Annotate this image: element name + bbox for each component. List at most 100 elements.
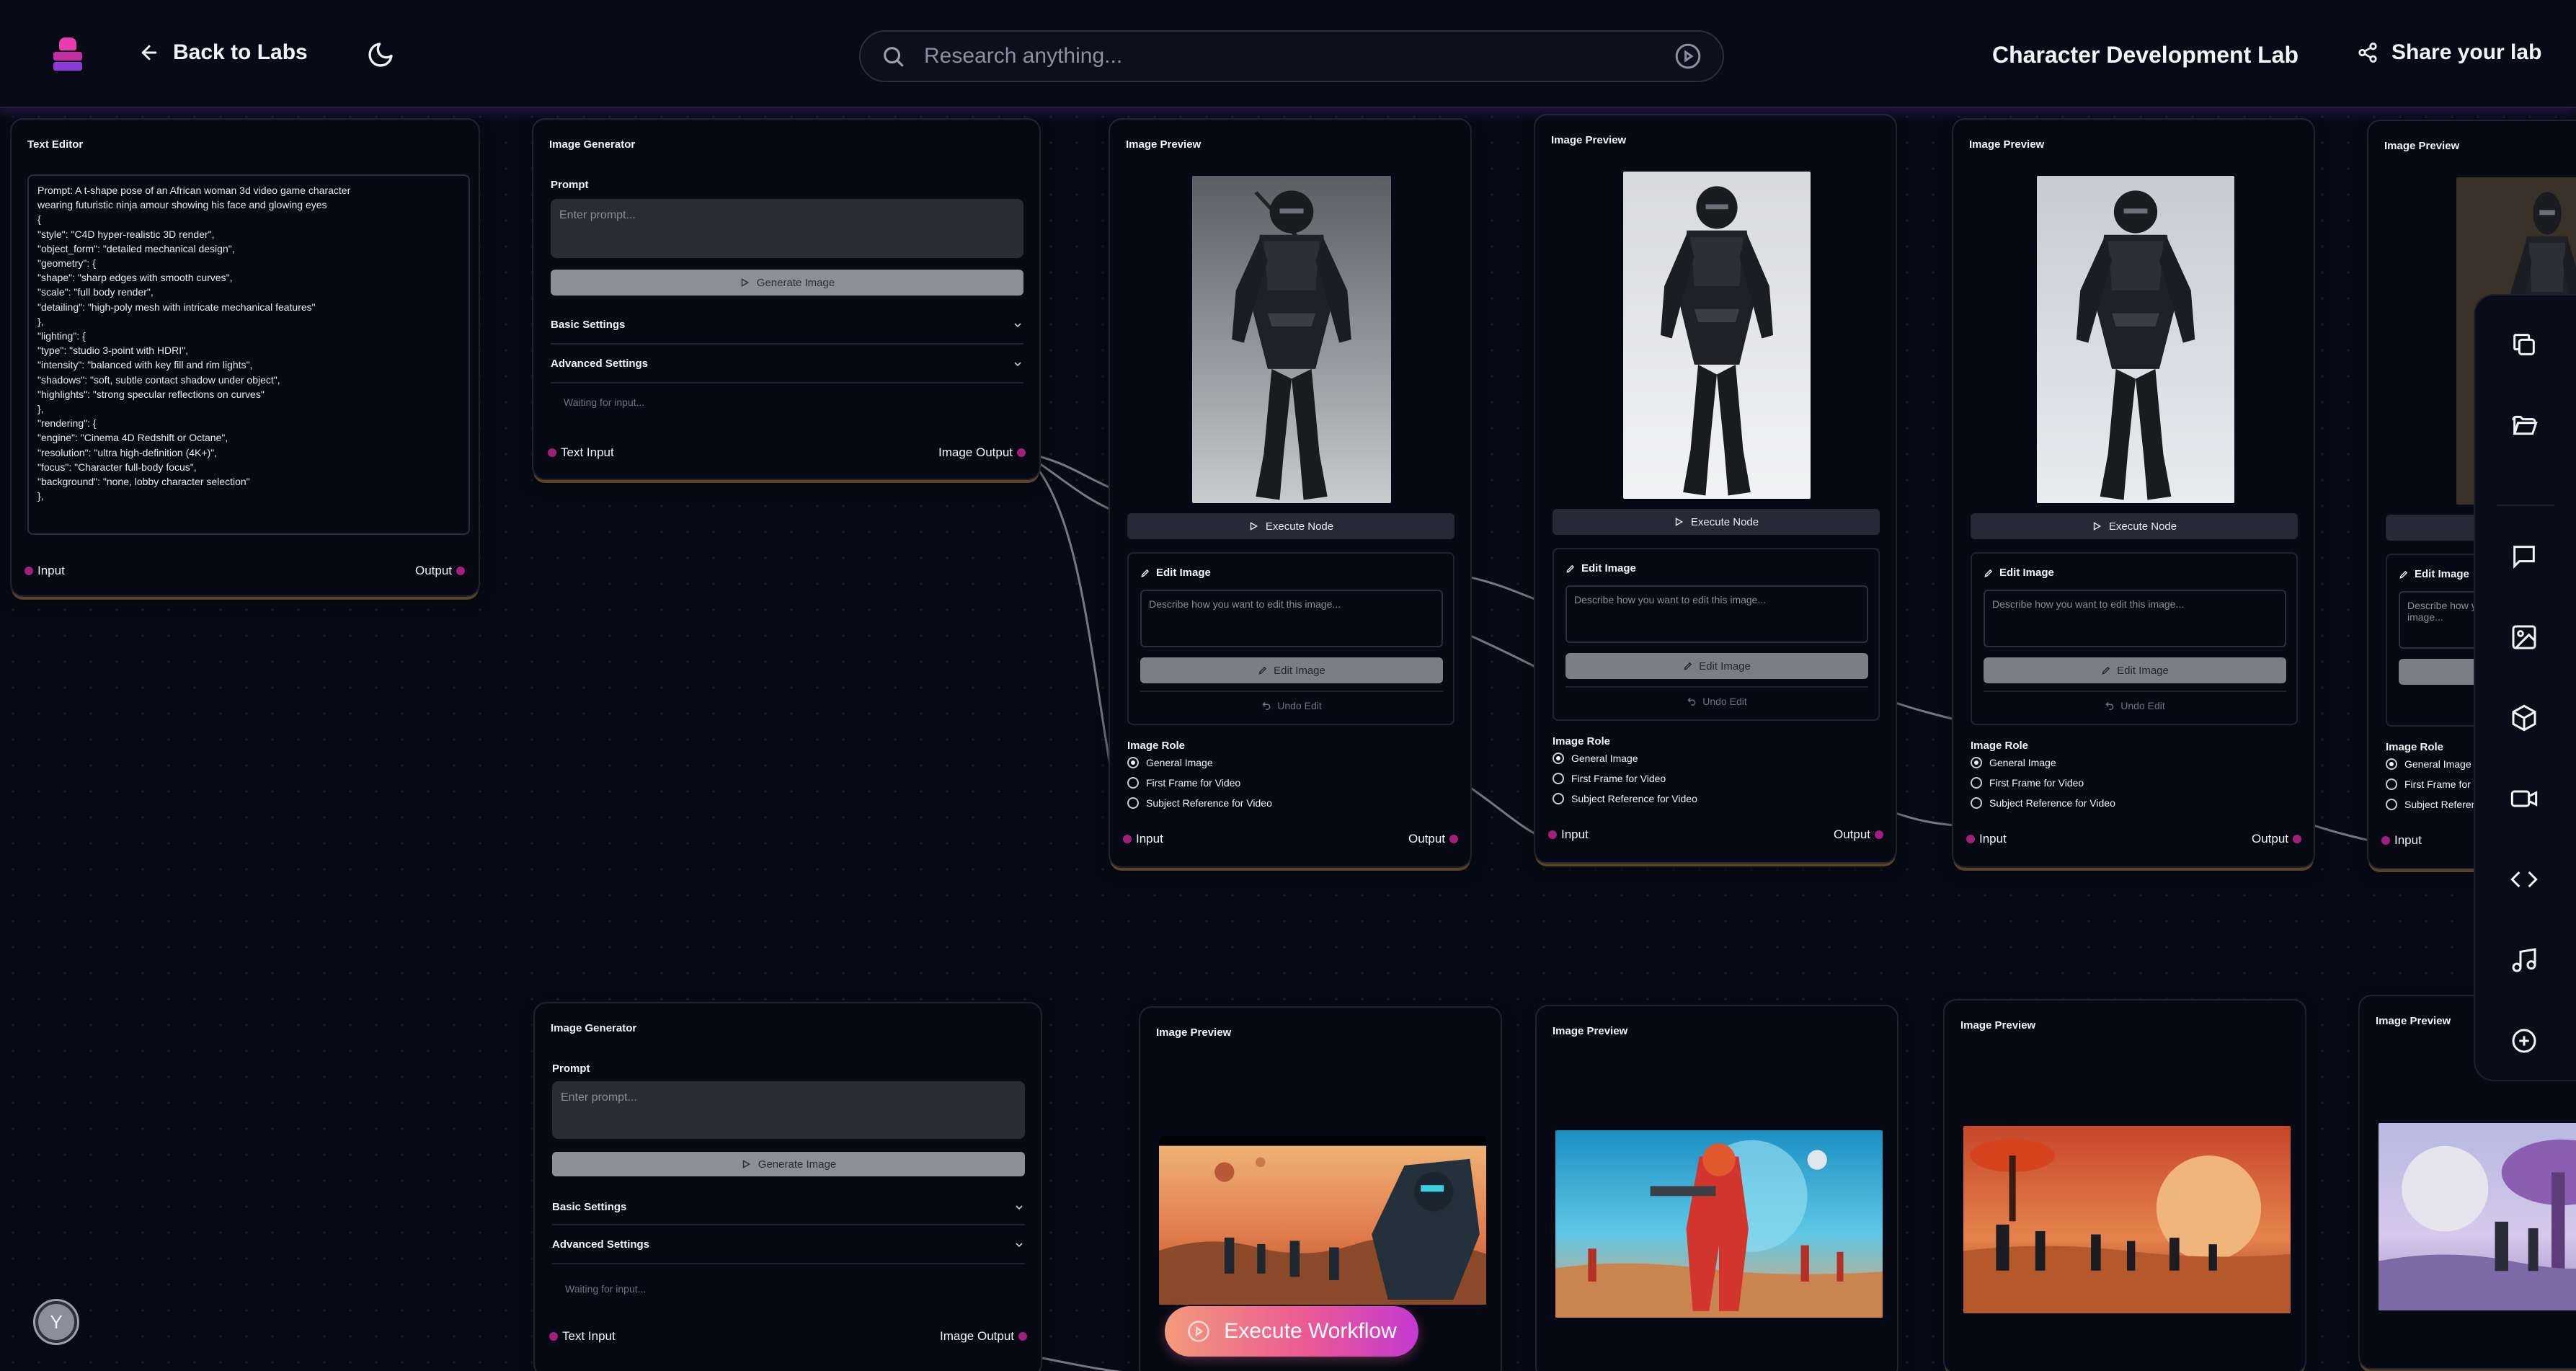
preview-image <box>1555 1130 1883 1318</box>
edit-prompt-input[interactable]: Describe how you want to edit this image… <box>1565 585 1868 643</box>
prompt-input[interactable]: Enter prompt... <box>552 1081 1025 1139</box>
image-preview-node[interactable]: Image Preview <box>1535 1005 1898 1371</box>
play-circle-icon[interactable] <box>1674 42 1702 71</box>
generate-image-button[interactable]: Generate Image <box>552 1152 1025 1176</box>
pencil-icon <box>2399 570 2408 579</box>
input-port[interactable]: Input <box>1966 832 2007 846</box>
add-icon[interactable] <box>2505 1022 2543 1060</box>
preview-image <box>1963 1126 2291 1313</box>
code-icon[interactable] <box>2505 861 2543 898</box>
edit-prompt-input[interactable]: Describe how you want to edit this image… <box>1140 590 1443 647</box>
pencil-icon <box>1684 662 1692 670</box>
role-subject-reference[interactable]: Subject Reference for Video <box>1127 797 1272 809</box>
edit-prompt-input[interactable]: Describe how you want to edit this image… <box>1984 590 2286 647</box>
waiting-status: Waiting for input... <box>564 396 645 408</box>
input-port[interactable]: Input <box>1548 828 1589 842</box>
input-port[interactable]: Input <box>1123 832 1163 846</box>
pencil-icon <box>1258 666 1267 675</box>
role-general-image[interactable]: General Image <box>1971 757 2056 768</box>
role-first-frame[interactable]: First Frame for Video <box>1127 777 1240 789</box>
preview-image <box>1159 1136 1486 1305</box>
advanced-settings-label: Advanced Settings <box>552 1238 650 1251</box>
output-port[interactable]: Output <box>2252 832 2302 846</box>
undo-edit-button[interactable]: Undo Edit <box>1565 686 1868 715</box>
image-preview-node[interactable]: Image Preview <box>1943 999 2306 1371</box>
generate-image-button[interactable]: Generate Image <box>551 270 1023 296</box>
edit-image-button[interactable]: Edit Image <box>1984 657 2286 683</box>
output-port[interactable]: Output <box>415 564 466 578</box>
output-port[interactable]: Output <box>1834 828 1884 842</box>
execute-node-button[interactable]: Execute Node <box>1127 513 1454 539</box>
node-title: Image Generator <box>549 138 636 151</box>
image-icon[interactable] <box>2505 618 2543 656</box>
image-preview-node[interactable]: Image Preview Execute Node Edit Image De… <box>1952 118 2315 868</box>
undo-icon <box>2105 701 2114 710</box>
divider <box>552 1224 1025 1225</box>
undo-edit-button[interactable]: Undo Edit <box>1984 691 2286 719</box>
folder-icon[interactable] <box>2505 407 2543 444</box>
chevron-down-icon <box>1014 361 1021 366</box>
moon-icon[interactable] <box>366 40 395 69</box>
text-editor-node[interactable]: Text Editor Prompt: A t-shape pose of an… <box>10 118 480 597</box>
pencil-icon <box>1141 569 1150 577</box>
top-bar: Back to Labs Research anything... Charac… <box>0 0 2576 108</box>
divider <box>551 343 1023 345</box>
copy-icon[interactable] <box>2505 326 2543 363</box>
role-general-image[interactable]: General Image <box>2386 758 2471 770</box>
text-input-port[interactable]: Text Input <box>549 1329 616 1344</box>
pencil-icon <box>1984 569 1993 577</box>
search-input[interactable]: Research anything... <box>924 44 1674 68</box>
input-port[interactable]: Input <box>2381 833 2422 848</box>
execute-node-label: Execute Node <box>2108 520 2177 533</box>
prompt-input[interactable]: Enter prompt... <box>551 199 1023 258</box>
image-preview-node[interactable]: Image Preview Execute Node Edit Image De… <box>1534 114 1897 864</box>
pencil-icon <box>2102 666 2110 675</box>
basic-settings-toggle[interactable]: Basic Settings <box>551 319 1023 331</box>
cube-icon[interactable] <box>2505 699 2543 737</box>
advanced-settings-toggle[interactable]: Advanced Settings <box>552 1238 1025 1251</box>
image-output-port[interactable]: Image Output <box>940 1329 1028 1344</box>
basic-settings-toggle[interactable]: Basic Settings <box>552 1201 1025 1213</box>
output-port-label: Output <box>415 564 453 577</box>
share-label: Share your lab <box>2391 40 2542 64</box>
image-generator-node[interactable]: Image Generator Prompt Enter prompt... G… <box>533 1002 1042 1371</box>
node-title: Image Preview <box>2384 140 2460 152</box>
image-output-port[interactable]: Image Output <box>938 445 1026 460</box>
role-first-frame[interactable]: First Frame for Video <box>1553 773 1666 784</box>
share-lab-button[interactable]: Share your lab <box>2357 40 2541 65</box>
chat-icon[interactable] <box>2505 538 2543 575</box>
image-preview-node[interactable]: Image Preview Execute Node Edit Image De… <box>1109 118 1472 868</box>
edit-image-button[interactable]: Edit Image <box>1140 657 1443 683</box>
execute-node-button[interactable]: Execute Node <box>1553 509 1880 535</box>
output-port[interactable]: Output <box>1408 832 1459 846</box>
pencil-icon <box>1566 564 1575 573</box>
search-bar[interactable]: Research anything... <box>859 30 1724 82</box>
text-input-port[interactable]: Text Input <box>548 445 614 460</box>
image-role-label: Image Role <box>1553 735 1611 747</box>
edit-image-button[interactable]: Edit Image <box>1565 653 1868 679</box>
execute-workflow-button[interactable]: Execute Workflow <box>1165 1306 1418 1357</box>
role-subject-reference[interactable]: Subject Reference for Video <box>1553 793 1697 804</box>
edit-image-panel: Edit Image Describe how you want to edit… <box>1127 552 1454 725</box>
role-general-image[interactable]: General Image <box>1553 753 1638 764</box>
node-title: Text Editor <box>27 138 84 151</box>
image-role-label: Image Role <box>1127 740 1186 752</box>
role-first-frame[interactable]: First Frame for Video <box>1971 777 2084 789</box>
back-to-labs-button[interactable]: Back to Labs <box>138 40 308 65</box>
advanced-settings-toggle[interactable]: Advanced Settings <box>551 358 1023 370</box>
image-generator-node[interactable]: Image Generator Prompt Enter prompt... G… <box>532 118 1041 480</box>
text-editor-textarea[interactable]: Prompt: A t-shape pose of an African wom… <box>27 174 470 535</box>
role-general-image[interactable]: General Image <box>1127 757 1213 768</box>
undo-edit-button[interactable]: Undo Edit <box>1140 691 1443 719</box>
text-input-label: Text Input <box>562 1329 616 1343</box>
node-title: Image Preview <box>1969 138 2045 151</box>
image-output-label: Image Output <box>938 445 1013 459</box>
app-logo[interactable] <box>50 37 85 72</box>
music-icon[interactable] <box>2505 941 2543 979</box>
video-icon[interactable] <box>2505 780 2543 817</box>
input-port[interactable]: Input <box>25 564 65 578</box>
role-subject-reference[interactable]: Subject Reference for Video <box>1971 797 2115 809</box>
waiting-status: Waiting for input... <box>565 1283 647 1295</box>
execute-node-button[interactable]: Execute Node <box>1971 513 2298 539</box>
avatar[interactable]: Y <box>33 1299 79 1345</box>
